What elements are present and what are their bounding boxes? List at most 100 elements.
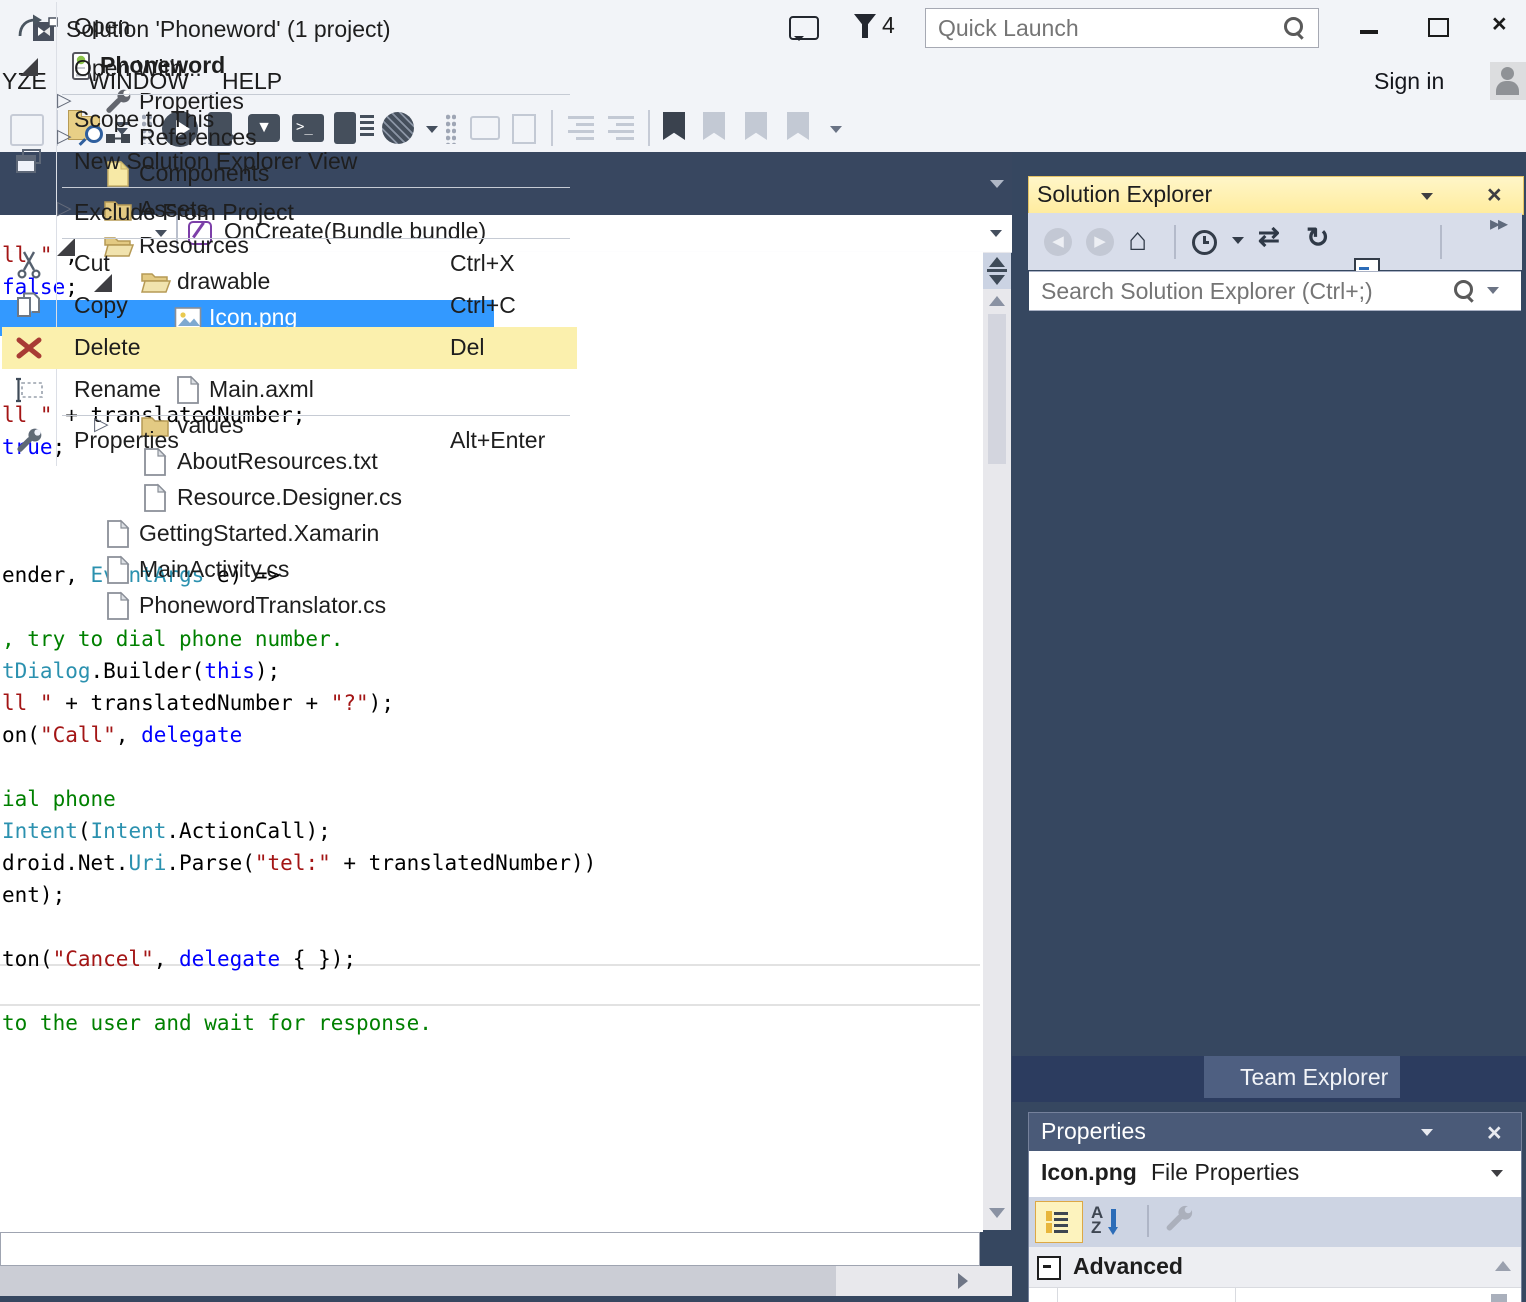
file-icon	[103, 555, 131, 590]
object-name: Icon.png	[1041, 1159, 1137, 1186]
menu-item-label: New Solution Explorer View	[74, 148, 357, 175]
code-line: tDialog.Builder(this);	[2, 655, 280, 687]
back-icon-disabled[interactable]: ◀	[1044, 228, 1072, 256]
open-arrow-icon	[14, 12, 44, 47]
menu-item-new-solution-explorer-view[interactable]: New Solution Explorer View	[2, 141, 577, 183]
menu-item-label: Open	[74, 13, 130, 40]
file-icon	[103, 591, 131, 626]
menu-item-label: Copy	[74, 292, 128, 319]
next-bookmark-icon-disabled[interactable]	[745, 112, 767, 140]
toolbar-dropdown-icon[interactable]	[830, 126, 842, 133]
toolbar-separator	[1174, 225, 1176, 259]
editor-splitter-handle[interactable]	[983, 253, 1011, 289]
scroll-down-arrow[interactable]	[989, 1208, 1005, 1218]
menu-item-open-with-[interactable]: Open With...	[2, 48, 577, 90]
quick-launch-input[interactable]	[936, 10, 1270, 46]
solution-explorer-titlebar[interactable]: Solution Explorer ×	[1028, 176, 1524, 215]
properties-object-row[interactable]: Icon.png File Properties	[1029, 1151, 1521, 1197]
minimize-button[interactable]	[1360, 30, 1378, 34]
toolbar-overflow-icon[interactable]: ▸▸	[1490, 211, 1506, 236]
editor-footer-box	[0, 1232, 980, 1266]
menu-separator	[62, 415, 570, 416]
menu-item-label: Cut	[74, 250, 110, 277]
tree-item-label: PhonewordTranslator.cs	[139, 592, 386, 619]
feedback-icon[interactable]	[789, 16, 819, 40]
code-line: ll " + translatedNumber + "?");	[2, 687, 394, 719]
notifications-filter-icon[interactable]	[854, 14, 876, 28]
tree-item-resource-designer-cs[interactable]: Resource.Designer.cs	[0, 480, 494, 516]
sort-arrowhead	[1108, 1227, 1118, 1235]
editor-vertical-scrollbar[interactable]	[983, 252, 1011, 1230]
indent-increase-icon-disabled[interactable]	[608, 116, 634, 144]
refresh-icon[interactable]: ↻	[1306, 221, 1329, 254]
tree-item-mainactivity-cs[interactable]: MainActivity.cs	[0, 552, 494, 588]
scrollbar-thumb[interactable]	[1491, 1294, 1507, 1302]
document-dropdown-icon[interactable]	[990, 180, 1004, 188]
code-line: Intent(Intent.ActionCall);	[2, 815, 331, 847]
menu-separator	[62, 187, 570, 188]
menu-item-label: Rename	[74, 376, 161, 403]
close-icon[interactable]: ×	[1487, 178, 1502, 213]
scroll-up-arrow[interactable]	[1495, 1261, 1511, 1271]
filter-dropdown-icon[interactable]	[1232, 237, 1244, 244]
properties-category-row[interactable]: Advanced	[1029, 1247, 1521, 1287]
properties-panel: Properties × Icon.png File Properties AZ…	[1028, 1112, 1522, 1302]
tree-item-phonewordtranslator-cs[interactable]: PhonewordTranslator.cs	[0, 588, 494, 624]
window-position-icon[interactable]	[1421, 193, 1433, 200]
collapse-section-icon[interactable]	[1037, 1256, 1061, 1280]
quick-launch-box	[925, 8, 1319, 48]
property-pages-icon-disabled[interactable]	[1163, 1203, 1195, 1240]
window-position-icon[interactable]	[1421, 1129, 1433, 1136]
menu-item-copy[interactable]: CopyCtrl+C	[2, 285, 577, 327]
scroll-up-arrow[interactable]	[989, 296, 1005, 306]
user-avatar[interactable]	[1490, 62, 1526, 100]
file-icon	[103, 519, 131, 554]
copy-icon	[14, 291, 44, 326]
properties-titlebar[interactable]: Properties ×	[1029, 1113, 1521, 1151]
menu-item-delete[interactable]: DeleteDel	[2, 327, 577, 369]
toolbar-separator	[1440, 225, 1442, 259]
tree-item-gettingstarted-xamarin[interactable]: GettingStarted.Xamarin	[0, 516, 494, 552]
cut-icon	[14, 249, 44, 284]
menu-item-exclude-from-project[interactable]: Exclude From Project	[2, 192, 577, 234]
tab-label: Team Explorer	[1240, 1064, 1388, 1090]
rename-icon	[14, 375, 44, 410]
close-icon[interactable]: ×	[1487, 1115, 1502, 1151]
code-line: ton("Cancel", delegate { });	[2, 943, 356, 975]
menu-item-label: Exclude From Project	[74, 199, 294, 226]
pending-changes-filter-icon[interactable]	[1192, 230, 1217, 255]
sync-with-active-document-icon[interactable]: ⇄	[1258, 221, 1280, 252]
object-dropdown-icon[interactable]	[1491, 1170, 1503, 1177]
maximize-button[interactable]	[1428, 18, 1449, 37]
tab-team-explorer[interactable]: Team Explorer	[1204, 1056, 1400, 1098]
sign-in-link[interactable]: Sign in	[1374, 68, 1444, 95]
categorized-view-button[interactable]	[1035, 1201, 1083, 1243]
menu-item-rename[interactable]: Rename	[2, 369, 577, 411]
menu-item-open[interactable]: Open	[2, 6, 577, 48]
alphabetical-sort-button[interactable]: AZ	[1091, 1205, 1103, 1235]
previous-bookmark-icon-disabled[interactable]	[703, 112, 725, 140]
menu-item-label: Scope to This	[74, 106, 214, 133]
clear-bookmarks-icon-disabled[interactable]	[787, 112, 809, 140]
search-dropdown-icon[interactable]	[1487, 287, 1499, 294]
menu-item-shortcut: Del	[450, 334, 485, 361]
toolbar-separator	[648, 110, 650, 146]
menu-item-shortcut: Alt+Enter	[450, 427, 545, 454]
scrollbar-thumb[interactable]	[0, 1266, 836, 1296]
scroll-right-arrow[interactable]	[958, 1273, 968, 1289]
solution-explorer-search-input[interactable]	[1039, 273, 1423, 309]
delete-icon	[14, 333, 44, 368]
bookmark-icon[interactable]	[663, 112, 685, 140]
search-icon[interactable]	[1284, 17, 1303, 36]
home-icon[interactable]: ⌂	[1128, 221, 1147, 258]
close-button[interactable]: ×	[1492, 10, 1507, 39]
menu-item-label: Open With...	[74, 55, 202, 82]
menu-item-properties[interactable]: PropertiesAlt+Enter	[2, 420, 577, 462]
scrollbar-thumb[interactable]	[988, 314, 1006, 464]
notification-count[interactable]: 4	[882, 12, 895, 39]
menu-item-cut[interactable]: CutCtrl+X	[2, 243, 577, 285]
code-line: droid.Net.Uri.Parse("tel:" + translatedN…	[2, 847, 596, 879]
forward-icon-disabled[interactable]: ▶	[1086, 228, 1114, 256]
search-icon[interactable]	[1454, 280, 1473, 299]
menu-item-scope-to-this[interactable]: Scope to This	[2, 99, 577, 141]
